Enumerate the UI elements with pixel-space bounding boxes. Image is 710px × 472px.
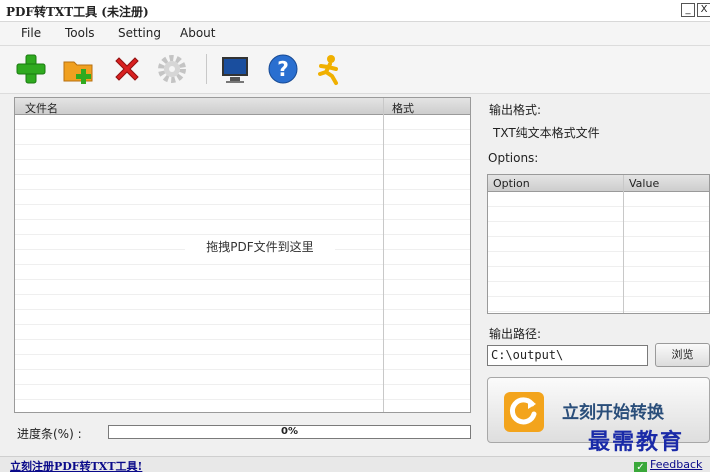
menu-setting[interactable]: Setting [118, 26, 161, 40]
help-icon[interactable]: ? [266, 52, 300, 86]
remove-icon[interactable] [110, 52, 144, 86]
monitor-icon[interactable] [218, 52, 252, 86]
menu-file[interactable]: File [21, 26, 41, 40]
column-value[interactable]: Value [629, 177, 659, 190]
title-bar: PDF转TXT工具 (未注册) _ X [0, 0, 710, 22]
output-path-label: 输出路径: [489, 327, 542, 341]
column-format[interactable]: 格式 [392, 100, 414, 116]
refresh-icon [504, 392, 544, 432]
add-folder-icon[interactable] [62, 52, 96, 86]
file-list-rows [15, 115, 470, 412]
output-format-value: TXT纯文本格式文件 [493, 126, 600, 140]
register-link[interactable]: 立刻注册PDF转TXT工具! [10, 458, 142, 472]
menu-bar: File Tools Setting About [0, 22, 710, 46]
options-header: Option Value [488, 175, 709, 192]
file-list-header: 文件名 格式 [15, 98, 470, 115]
toolbar-separator [206, 54, 207, 84]
progress-text: 0% [281, 426, 298, 437]
output-path-input[interactable]: C:\output\ [487, 345, 648, 366]
options-column-divider [623, 175, 624, 313]
progress-label: 进度条(%) : [17, 427, 82, 441]
column-option[interactable]: Option [493, 177, 530, 190]
options-label: Options: [488, 151, 539, 165]
close-button[interactable]: X [697, 3, 710, 17]
feedback-link[interactable]: ✓ Feedback [634, 458, 702, 472]
runner-icon[interactable] [312, 52, 346, 86]
settings-gear-icon[interactable] [155, 52, 189, 86]
watermark: 最需教育 [588, 429, 685, 455]
menu-about[interactable]: About [180, 26, 215, 40]
file-list[interactable]: 文件名 格式 拖拽PDF文件到这里 [14, 97, 471, 413]
progress-bar: 0% [108, 425, 471, 439]
minimize-button[interactable]: _ [681, 3, 695, 17]
column-filename[interactable]: 文件名 [25, 100, 58, 116]
feedback-label: Feedback [650, 458, 703, 471]
column-divider [383, 98, 384, 412]
svg-text:?: ? [277, 57, 289, 81]
menu-tools[interactable]: Tools [65, 26, 95, 40]
start-convert-label: 立刻开始转换 [562, 403, 664, 423]
add-icon[interactable] [14, 52, 48, 86]
drop-hint: 拖拽PDF文件到这里 [185, 238, 335, 255]
checkmark-icon: ✓ [634, 462, 647, 472]
browse-button[interactable]: 浏览 [655, 343, 710, 367]
options-table[interactable]: Option Value [487, 174, 710, 314]
window-title: PDF转TXT工具 (未注册) [6, 5, 149, 19]
output-format-label: 输出格式: [489, 103, 542, 117]
status-bar: 立刻注册PDF转TXT工具! ✓ Feedback [0, 456, 710, 472]
toolbar: ? [0, 46, 710, 94]
options-rows [488, 192, 709, 313]
